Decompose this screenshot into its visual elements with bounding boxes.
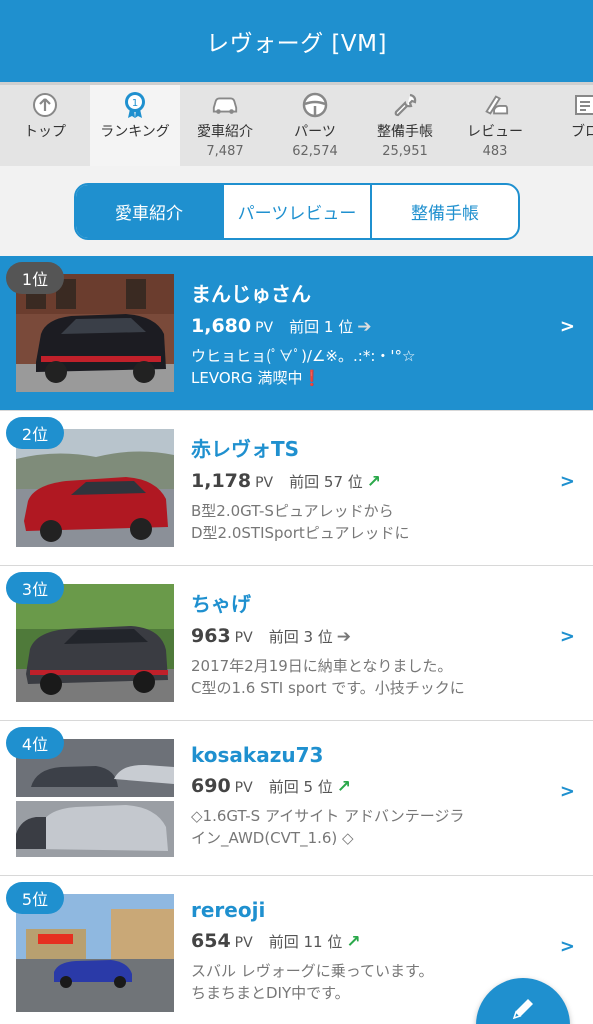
pv-unit: PV bbox=[255, 320, 274, 336]
nav-item-blog[interactable]: ブロ bbox=[540, 85, 593, 166]
comment-line-2: C型の1.6 STI sport です。小技チックに bbox=[191, 679, 465, 697]
review-pen-icon bbox=[481, 91, 509, 119]
ranking-info: kosakazu73 690 PV 前回 5 位 ↗ ◇1.6GT-S アイサイ… bbox=[191, 743, 561, 849]
page-title: レヴォーグ [VM] bbox=[206, 31, 387, 57]
segmented-control: 愛車紹介 パーツレビュー 整備手帳 bbox=[74, 183, 520, 240]
nav-label: ランキング bbox=[100, 124, 170, 140]
segment-maintenance[interactable]: 整備手帳 bbox=[372, 185, 518, 238]
trend-same-icon: ➔ bbox=[357, 317, 372, 337]
comment-text: LEVORG 満喫中 bbox=[191, 369, 303, 387]
pv-line: 690 PV 前回 5 位 ↗ bbox=[191, 775, 561, 797]
segment-area: 愛車紹介 パーツレビュー 整備手帳 bbox=[0, 166, 593, 256]
chevron-right-icon: > bbox=[559, 781, 575, 802]
rank-badge: 2位 bbox=[6, 417, 64, 449]
previous-rank: 前回 1 位 bbox=[289, 318, 354, 336]
comment-line: ◇1.6GT-S アイサイト アドバンテージラ bbox=[191, 807, 465, 825]
comment-line-2: イン_AWD(CVT_1.6) ◇ bbox=[191, 829, 354, 847]
comment-line-2: D型2.0STISportピュアレッドに bbox=[191, 524, 410, 542]
steering-wheel-icon bbox=[301, 91, 329, 119]
pv-count: 1,178 bbox=[191, 470, 252, 492]
nav-label: レビュー bbox=[467, 124, 523, 140]
nav-count: 7,487 bbox=[206, 144, 244, 159]
comment: 2017年2月19日に納車となりました。 C型の1.6 STI sport です… bbox=[191, 655, 561, 699]
pv-count: 1,680 bbox=[191, 315, 252, 337]
nav-count: 25,951 bbox=[382, 144, 428, 159]
comment: B型2.0GT-Sピュアレッドから D型2.0STISportピュアレッドに bbox=[191, 500, 561, 544]
chevron-right-icon: > bbox=[559, 471, 575, 492]
wrench-icon bbox=[391, 91, 419, 119]
pv-count: 654 bbox=[191, 930, 231, 952]
pv-count: 963 bbox=[191, 625, 231, 647]
nav-item-cars[interactable]: 愛車紹介 7,487 bbox=[180, 85, 270, 166]
nav-item-top[interactable]: トップ bbox=[0, 85, 90, 166]
rank-badge: 3位 bbox=[6, 572, 64, 604]
user-name: kosakazu73 bbox=[191, 743, 324, 767]
ranking-info: ちゃげ 963 PV 前回 3 位 ➔ 2017年2月19日に納車となりました。… bbox=[191, 588, 561, 699]
chevron-right-icon: > bbox=[559, 316, 575, 337]
pv-unit: PV bbox=[234, 630, 253, 646]
trend-same-icon: ➔ bbox=[336, 627, 352, 647]
ranking-row[interactable]: 3位 ちゃげ 963 PV 前回 3 位 ➔ 2017年2月19日に納車となりま… bbox=[0, 566, 593, 721]
nav-label: トップ bbox=[24, 124, 66, 140]
nav-label: ブロ bbox=[571, 124, 593, 140]
ranking-row[interactable]: 2位 赤レヴォTS 1,178 PV 前回 57 位 ↗ B型2.0GT-Sピュ… bbox=[0, 411, 593, 566]
car-icon bbox=[211, 91, 239, 119]
previous-rank: 前回 3 位 bbox=[268, 628, 333, 646]
ranking-info: まんじゅさん 1,680 PV 前回 1 位 ➔ ウヒョヒョ(ﾟ∀ﾟ)/∠※。.… bbox=[191, 278, 561, 389]
ranking-row[interactable]: 1位 まんじゅさん 1,680 PV 前回 1 位 ➔ ウヒョヒョ(ﾟ∀ﾟ)/∠… bbox=[0, 256, 593, 411]
pv-unit: PV bbox=[255, 475, 274, 491]
comment: ◇1.6GT-S アイサイト アドバンテージラ イン_AWD(CVT_1.6) … bbox=[191, 805, 561, 849]
pencil-icon bbox=[506, 992, 540, 1024]
nav-label: 整備手帳 bbox=[377, 124, 433, 140]
user-name: 赤レヴォTS bbox=[191, 437, 300, 461]
chevron-right-icon: > bbox=[559, 936, 575, 957]
nav-item-review[interactable]: レビュー 483 bbox=[450, 85, 540, 166]
chevron-right-icon: > bbox=[559, 626, 575, 647]
comment-line: B型2.0GT-Sピュアレッドから bbox=[191, 502, 394, 520]
app-header: レヴォーグ [VM] bbox=[0, 0, 593, 82]
rank-badge: 1位 bbox=[6, 262, 64, 294]
user-name: まんじゅさん bbox=[191, 282, 311, 306]
ranking-row[interactable]: 4位 kosakazu73 690 PV 前回 5 位 ↗ ◇1.6GT-S ア… bbox=[0, 721, 593, 876]
comment-line: スバル レヴォーグに乗っています。 bbox=[191, 962, 434, 980]
user-name: rereoji bbox=[191, 898, 266, 922]
comment-line: ウヒョヒョ(ﾟ∀ﾟ)/∠※。.:*:・'°☆ bbox=[191, 347, 416, 365]
exclamation-icon: ❗ bbox=[302, 369, 322, 387]
pv-count: 690 bbox=[191, 775, 231, 797]
nav-count: 483 bbox=[482, 144, 508, 159]
ranking-list: 1位 まんじゅさん 1,680 PV 前回 1 位 ➔ ウヒョヒョ(ﾟ∀ﾟ)/∠… bbox=[0, 256, 593, 1024]
top-icon bbox=[31, 91, 59, 119]
nav-item-maintenance[interactable]: 整備手帳 25,951 bbox=[360, 85, 450, 166]
segment-parts-review[interactable]: パーツレビュー bbox=[224, 185, 372, 238]
pv-line: 654 PV 前回 11 位 ↗ bbox=[191, 930, 561, 952]
trend-up-icon: ↗ bbox=[336, 777, 352, 797]
pv-line: 1,178 PV 前回 57 位 ↗ bbox=[191, 470, 561, 492]
pv-line: 963 PV 前回 3 位 ➔ bbox=[191, 625, 561, 647]
pv-line: 1,680 PV 前回 1 位 ➔ bbox=[191, 315, 561, 337]
previous-rank: 前回 57 位 bbox=[289, 473, 363, 491]
user-name: ちゃげ bbox=[191, 592, 251, 616]
svg-text:1: 1 bbox=[132, 98, 138, 109]
nav-item-parts[interactable]: パーツ 62,574 bbox=[270, 85, 360, 166]
blog-icon bbox=[571, 91, 593, 119]
previous-rank: 前回 11 位 bbox=[268, 933, 343, 951]
comment: ウヒョヒョ(ﾟ∀ﾟ)/∠※。.:*:・'°☆ LEVORG 満喫中❗ bbox=[191, 345, 561, 389]
comment-line-2: LEVORG 満喫中❗ bbox=[191, 367, 561, 389]
nav-label: 愛車紹介 bbox=[197, 124, 253, 140]
trend-up-icon: ↗ bbox=[346, 932, 361, 952]
rank-badge: 4位 bbox=[6, 727, 64, 759]
ranking-medal-icon: 1 bbox=[121, 91, 149, 119]
segment-car-intro[interactable]: 愛車紹介 bbox=[76, 185, 224, 238]
previous-rank: 前回 5 位 bbox=[268, 778, 333, 796]
comment-line: 2017年2月19日に納車となりました。 bbox=[191, 657, 453, 675]
pv-unit: PV bbox=[234, 780, 253, 796]
ranking-info: 赤レヴォTS 1,178 PV 前回 57 位 ↗ B型2.0GT-Sピュアレッ… bbox=[191, 433, 561, 544]
trend-up-icon: ↗ bbox=[366, 472, 382, 492]
nav-item-ranking[interactable]: 1 ランキング bbox=[90, 85, 180, 166]
pv-unit: PV bbox=[234, 935, 253, 951]
nav-label: パーツ bbox=[294, 124, 336, 140]
category-nav: トップ 1 ランキング 愛車紹介 7,487 パーツ 62,574 整備手帳 2… bbox=[0, 82, 593, 166]
nav-count: 62,574 bbox=[292, 144, 338, 159]
rank-badge: 5位 bbox=[6, 882, 64, 914]
